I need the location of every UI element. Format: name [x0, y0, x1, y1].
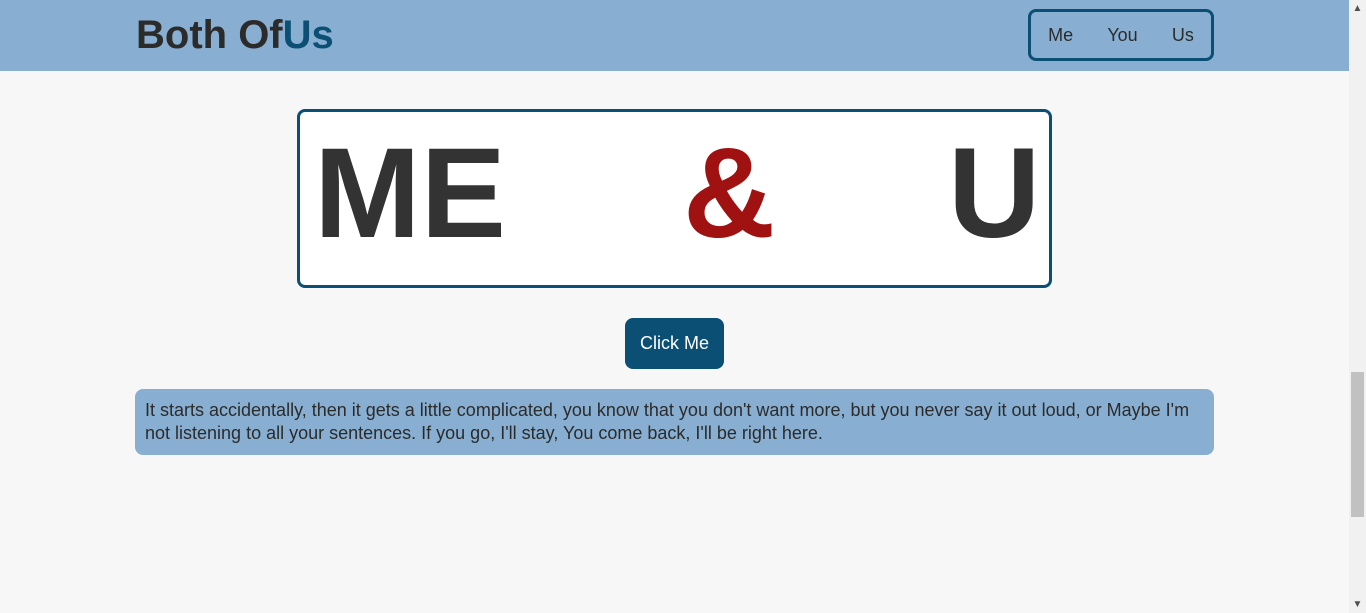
banner-me-text: ME — [314, 122, 506, 265]
nav-item-us[interactable]: Us — [1166, 25, 1200, 46]
logo-accent-text: Us — [282, 13, 334, 57]
lyrics-paragraph: It starts accidentally, then it gets a l… — [135, 389, 1214, 455]
page: Both OfUs Me You Us ME & U Click Me It s… — [0, 0, 1349, 613]
banner-ampersand: & — [683, 122, 776, 265]
scrollbar-thumb[interactable] — [1351, 372, 1364, 517]
header: Both OfUs Me You Us — [0, 0, 1349, 71]
chevron-up-icon[interactable]: ▲ — [1349, 0, 1366, 17]
me-and-u-banner: ME & U — [297, 109, 1052, 288]
click-me-button[interactable]: Click Me — [625, 318, 724, 369]
vertical-scrollbar[interactable]: ▲ ▼ — [1349, 0, 1366, 613]
nav-menu: Me You Us — [1028, 9, 1214, 61]
banner-u-text: U — [948, 122, 1041, 265]
logo-main-text: Both Of — [136, 13, 283, 57]
nav-item-me[interactable]: Me — [1042, 25, 1079, 46]
chevron-down-icon[interactable]: ▼ — [1349, 596, 1366, 613]
site-logo[interactable]: Both OfUs — [136, 13, 334, 57]
nav-item-you[interactable]: You — [1101, 25, 1143, 46]
